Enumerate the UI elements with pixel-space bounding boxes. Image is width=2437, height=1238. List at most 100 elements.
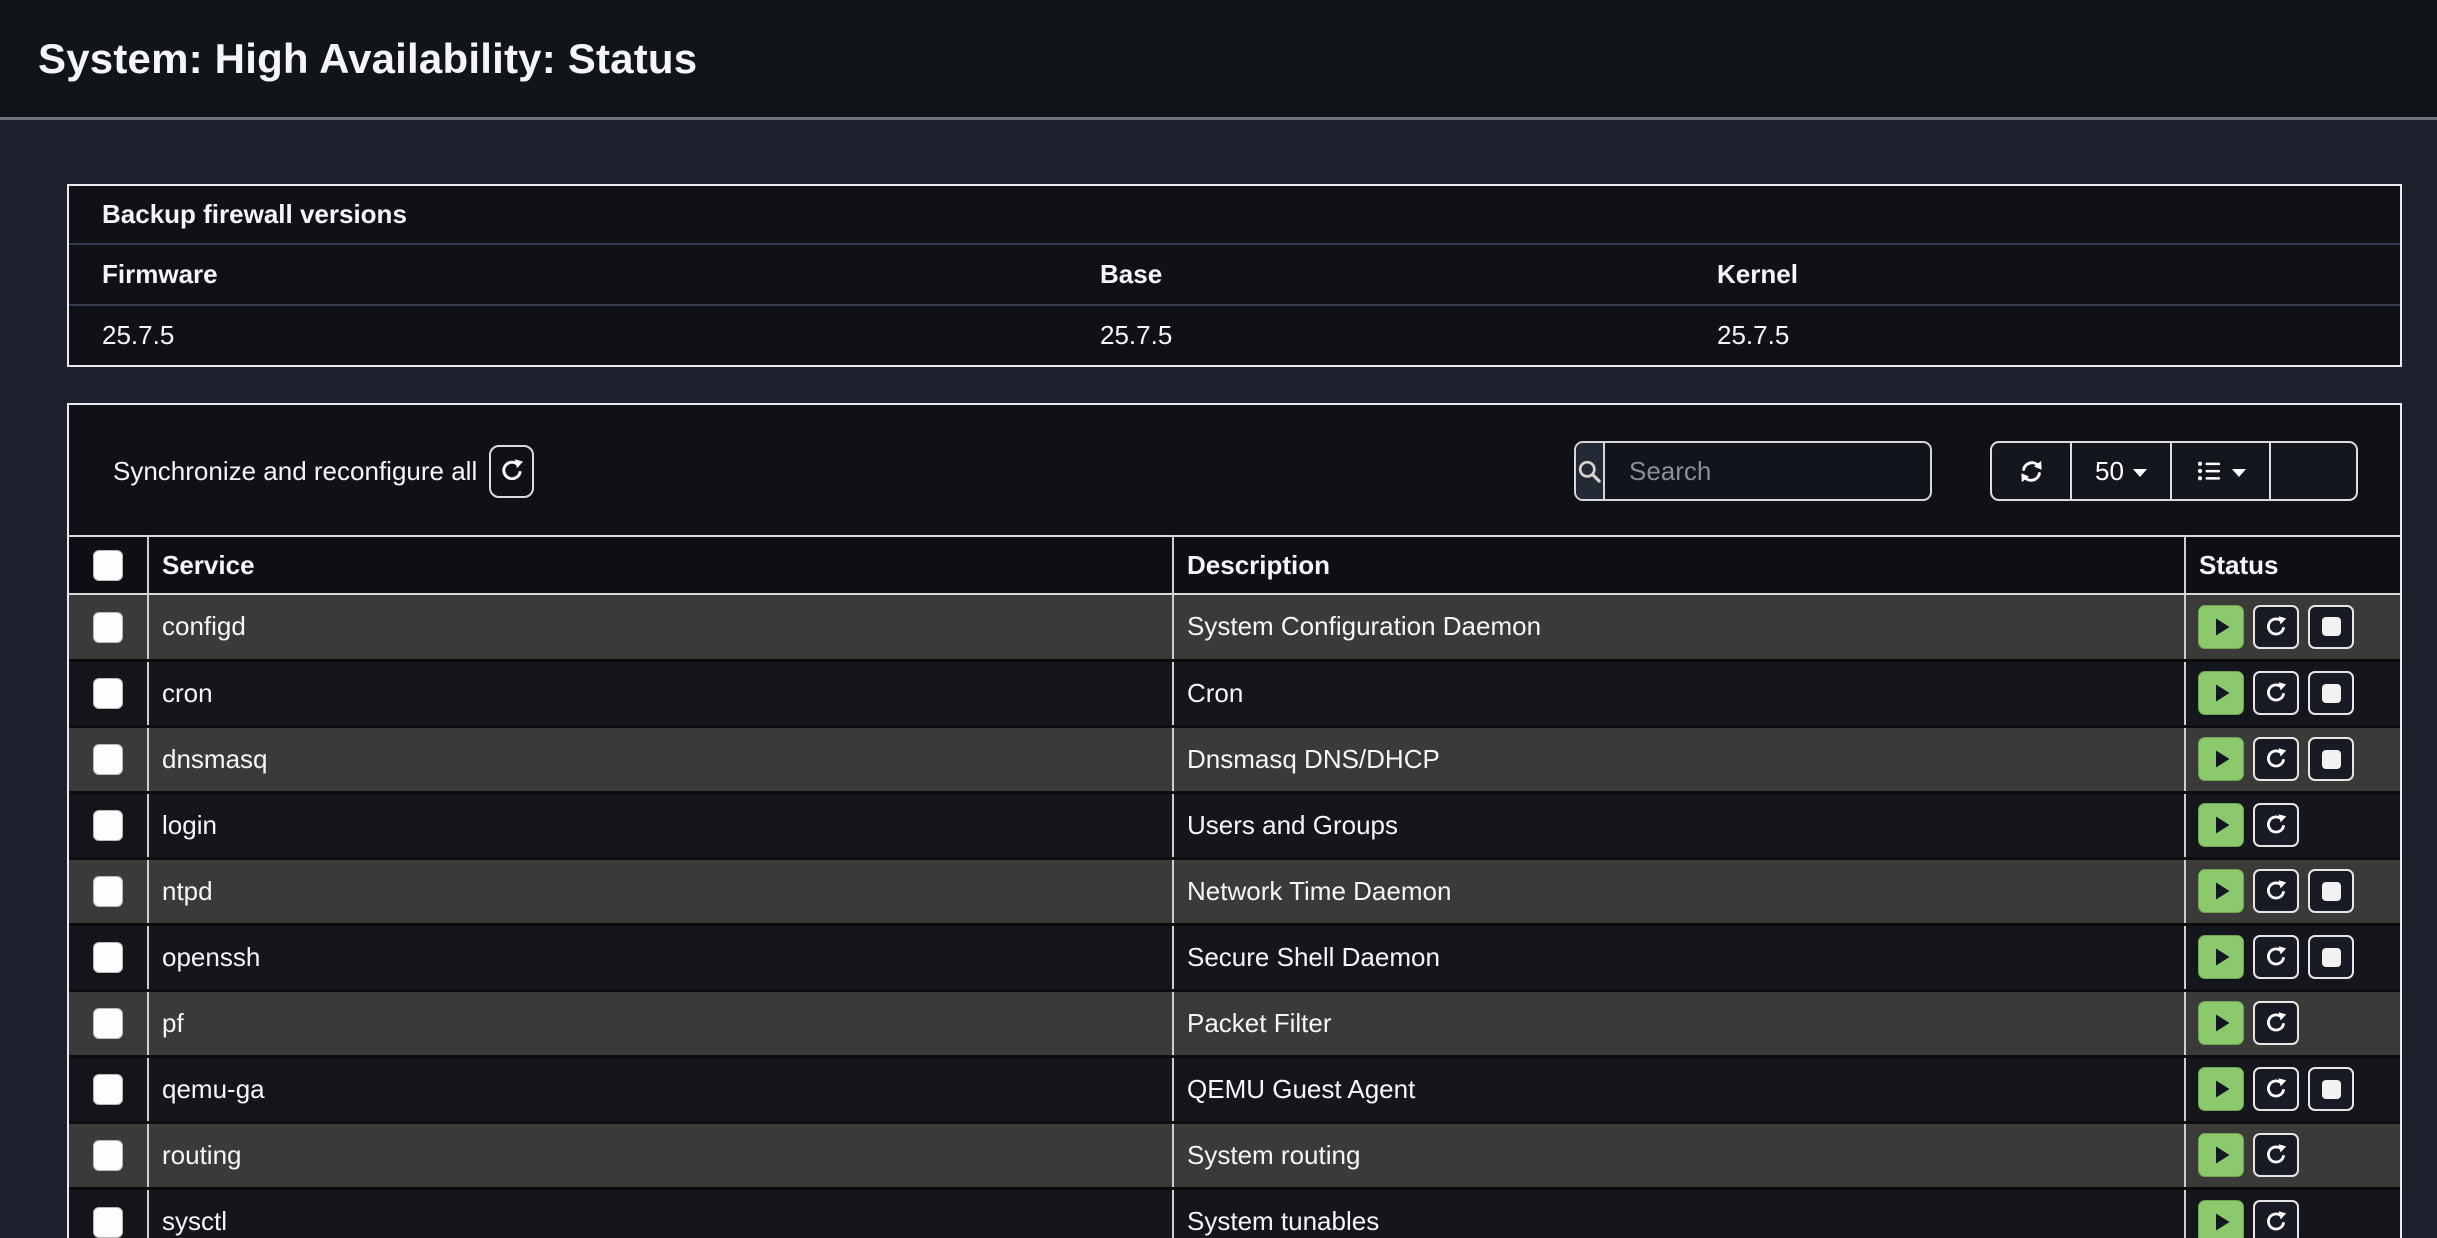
service-name: openssh <box>162 942 260 972</box>
start-service-button[interactable] <box>2198 935 2244 979</box>
start-service-button[interactable] <box>2198 1067 2244 1111</box>
restart-service-button[interactable] <box>2253 1133 2299 1177</box>
restart-icon <box>2264 813 2288 837</box>
restart-service-button[interactable] <box>2253 869 2299 913</box>
start-service-button[interactable] <box>2198 803 2244 847</box>
start-service-button[interactable] <box>2198 671 2244 715</box>
table-row: openssh Secure Shell Daemon <box>69 924 2400 990</box>
restart-service-button[interactable] <box>2253 1001 2299 1045</box>
row-select-cell <box>69 858 148 924</box>
start-service-button[interactable] <box>2198 1133 2244 1177</box>
table-header-row: Service Description Status <box>69 536 2400 594</box>
play-icon <box>2209 945 2233 969</box>
grid-button-group: 50 <box>1990 441 2358 501</box>
sync-all-wrap: Synchronize and reconfigure all <box>113 445 534 498</box>
empty-group-button[interactable] <box>2269 443 2356 499</box>
stop-service-button[interactable] <box>2308 935 2354 979</box>
service-actions-cell <box>2185 858 2400 924</box>
service-description-cell: Network Time Daemon <box>1173 858 2185 924</box>
service-description: Packet Filter <box>1187 1008 1332 1038</box>
rotate-right-icon <box>499 458 525 484</box>
start-service-button[interactable] <box>2198 1200 2244 1238</box>
select-all-header-cell <box>69 536 148 594</box>
service-column-header: Service <box>148 536 1173 594</box>
row-checkbox[interactable] <box>93 1140 123 1171</box>
restart-service-button[interactable] <box>2253 803 2299 847</box>
description-column-header: Description <box>1173 536 2185 594</box>
row-select-cell <box>69 594 148 660</box>
versions-col-firmware: Firmware <box>69 245 1067 306</box>
service-name-cell: routing <box>148 1122 1173 1188</box>
list-icon <box>2195 457 2223 485</box>
row-checkbox[interactable] <box>93 876 123 907</box>
start-service-button[interactable] <box>2198 605 2244 649</box>
row-select-cell <box>69 660 148 726</box>
service-name: cron <box>162 678 213 708</box>
service-name-cell: pf <box>148 990 1173 1056</box>
play-icon <box>2209 1143 2233 1167</box>
sync-all-button[interactable] <box>489 445 534 498</box>
stop-service-button[interactable] <box>2308 671 2354 715</box>
row-checkbox[interactable] <box>93 942 123 973</box>
services-panel: Synchronize and reconfigure all <box>67 403 2402 1238</box>
restart-service-button[interactable] <box>2253 935 2299 979</box>
stop-service-button[interactable] <box>2308 737 2354 781</box>
service-description: System Configuration Daemon <box>1187 611 1541 641</box>
service-description: Dnsmasq DNS/DHCP <box>1187 744 1440 774</box>
column-selector-dropdown[interactable] <box>2170 443 2269 499</box>
search-icon <box>1576 458 1603 485</box>
page-size-dropdown[interactable]: 50 <box>2070 443 2170 499</box>
page-header: System: High Availability: Status <box>0 0 2437 120</box>
row-checkbox[interactable] <box>93 612 123 643</box>
stop-service-button[interactable] <box>2308 605 2354 649</box>
restart-service-button[interactable] <box>2253 1200 2299 1238</box>
versions-panel-title: Backup firewall versions <box>69 186 2400 245</box>
service-name: login <box>162 810 217 840</box>
restart-service-button[interactable] <box>2253 605 2299 649</box>
stop-service-button[interactable] <box>2308 869 2354 913</box>
service-description: System routing <box>1187 1140 1360 1170</box>
table-row: ntpdNetwork Time Daemon <box>69 858 2400 924</box>
service-name-cell: sysctl <box>148 1188 1173 1238</box>
play-icon <box>2209 1011 2233 1035</box>
row-select-cell <box>69 1188 148 1238</box>
row-checkbox[interactable] <box>93 1074 123 1105</box>
search-input[interactable] <box>1605 443 1932 499</box>
select-all-checkbox[interactable] <box>93 550 123 581</box>
grid-controls: Synchronize and reconfigure all <box>69 405 2400 535</box>
page-title: System: High Availability: Status <box>38 35 697 83</box>
service-name-cell: ntpd <box>148 858 1173 924</box>
row-select-cell <box>69 1056 148 1122</box>
play-icon <box>2209 813 2233 837</box>
stop-icon <box>2322 1080 2341 1099</box>
row-checkbox[interactable] <box>93 678 123 709</box>
restart-service-button[interactable] <box>2253 671 2299 715</box>
restart-icon <box>2264 1143 2288 1167</box>
row-select-cell <box>69 1122 148 1188</box>
row-checkbox[interactable] <box>93 1008 123 1039</box>
service-description-cell: Cron <box>1173 660 2185 726</box>
start-service-button[interactable] <box>2198 869 2244 913</box>
restart-service-button[interactable] <box>2253 1067 2299 1111</box>
service-description: Secure Shell Daemon <box>1187 942 1440 972</box>
service-description: Cron <box>1187 678 1243 708</box>
kernel-version-value: 25.7.5 <box>1684 306 2400 365</box>
start-service-button[interactable] <box>2198 737 2244 781</box>
service-description: Users and Groups <box>1187 810 1398 840</box>
row-select-cell <box>69 726 148 792</box>
play-icon <box>2209 1077 2233 1101</box>
row-checkbox[interactable] <box>93 1207 123 1238</box>
start-service-button[interactable] <box>2198 1001 2244 1045</box>
row-checkbox[interactable] <box>93 744 123 775</box>
service-name: dnsmasq <box>162 744 268 774</box>
service-actions-cell <box>2185 1122 2400 1188</box>
stop-service-button[interactable] <box>2308 1067 2354 1111</box>
refresh-grid-button[interactable] <box>1992 443 2070 499</box>
row-checkbox[interactable] <box>93 810 123 841</box>
service-actions-cell <box>2185 792 2400 858</box>
row-select-cell <box>69 924 148 990</box>
service-actions-cell <box>2185 660 2400 726</box>
service-actions-cell <box>2185 1056 2400 1122</box>
restart-service-button[interactable] <box>2253 737 2299 781</box>
service-actions-cell <box>2185 1188 2400 1238</box>
